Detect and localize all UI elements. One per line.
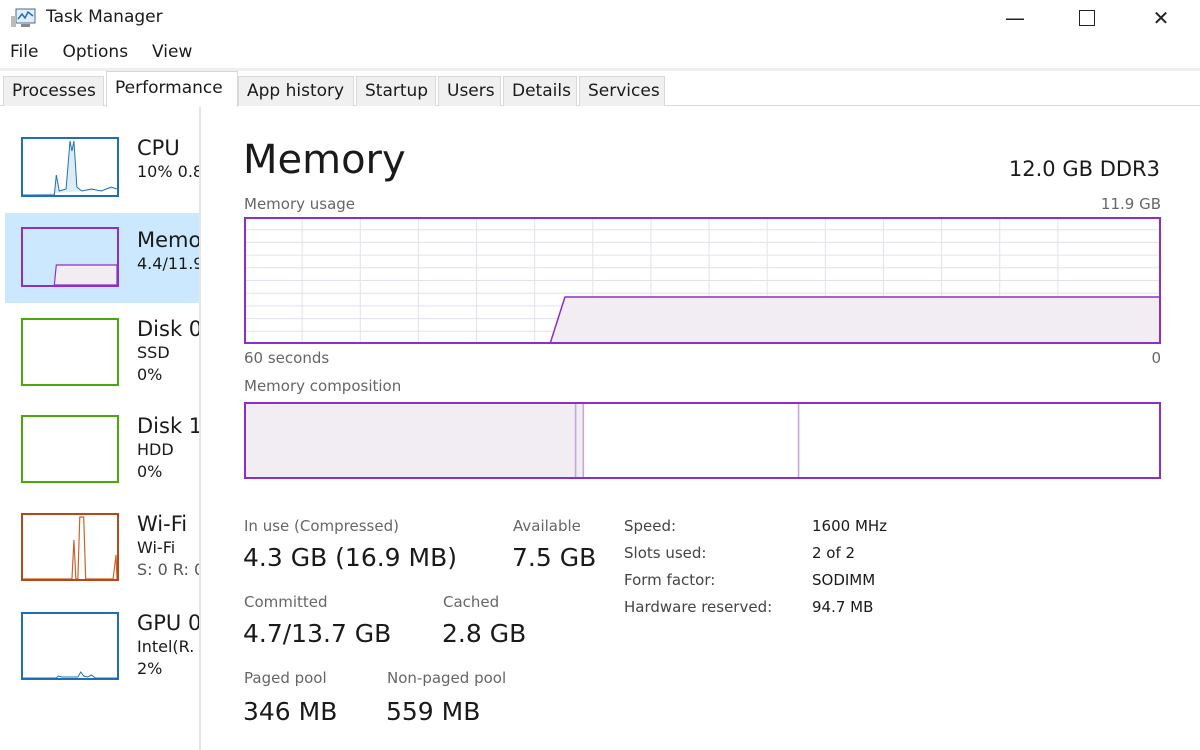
sidebar-cpu-name: CPU [137,136,180,160]
paged-pool-label: Paged pool [244,669,327,687]
sidebar-wifi-adapter: Wi-Fi [137,538,176,557]
sidebar-item-wifi[interactable]: Wi-Fi Wi-Fi S: 0 R: 0 [5,512,201,610]
sidebar-disk-0-type: SSD [137,343,170,362]
hardware-reserved-value: 94.7 MB [812,598,874,616]
tab-startup[interactable]: Startup [356,76,436,106]
performance-sidebar: CPU 10% 0.8 Memory 4.4/11.9 Disk 0 SSD 0% Di… [0,107,201,750]
committed-value: 4.7/13.7 GB [243,619,392,648]
memory-composition-bar [244,402,1161,479]
sidebar-disk-0-name: Disk 0 [137,317,201,341]
composition-segment-modified [574,402,585,479]
menu-bar: File Options View [0,42,202,68]
committed-label: Committed [244,593,328,611]
memory-thumbnail-graph [21,227,119,287]
slots-used-label: Slots used: [624,544,707,562]
non-paged-pool-label: Non-paged pool [387,669,507,687]
sidebar-gpu-name: GPU 0 [137,611,201,635]
gpu-thumbnail-graph [21,612,119,680]
composition-segment-in-use [244,402,577,479]
close-icon: ✕ [1152,6,1170,30]
task-manager-icon [11,8,36,27]
slots-used-value: 2 of 2 [812,544,856,562]
maximize-icon [1079,10,1095,26]
sidebar-gpu-usage: 2% [137,659,163,678]
sidebar-disk-0-usage: 0% [137,365,163,384]
sidebar-wifi-name: Wi-Fi [137,512,188,536]
in-use-label: In use (Compressed) [244,517,399,535]
tab-users[interactable]: Users [438,76,501,106]
cpu-thumbnail-graph [21,137,119,197]
sidebar-wifi-throughput: S: 0 R: 0 [137,560,201,579]
paged-pool-value: 346 MB [243,697,338,726]
memory-usage-graph [244,217,1161,344]
tab-services[interactable]: Services [579,76,665,106]
sidebar-memory-name: Memory [137,228,201,252]
memory-composition-label: Memory composition [244,377,402,395]
memory-usage-line [549,296,1161,344]
menu-view[interactable]: View [138,42,202,68]
tab-details[interactable]: Details [503,76,577,106]
tab-app-history[interactable]: App history [238,76,354,106]
sidebar-disk-1-type: HDD [137,440,174,459]
menu-file[interactable]: File [0,42,48,68]
tab-performance[interactable]: Performance [106,71,238,107]
tab-bar: Processes Performance App history Startu… [0,68,1200,107]
title-bar: Task Manager — ✕ [0,0,1200,36]
in-use-value: 4.3 GB (16.9 MB) [243,543,458,572]
wifi-thumbnail-graph [21,513,119,581]
hardware-reserved-label: Hardware reserved: [624,598,773,616]
available-label: Available [513,517,581,535]
maximize-button[interactable] [1064,4,1110,32]
menu-options[interactable]: Options [48,42,138,68]
form-factor-value: SODIMM [812,571,876,589]
sidebar-memory-usage: 4.4/11.9 [137,254,201,273]
tab-processes[interactable]: Processes [3,76,104,106]
sidebar-gpu-model: Intel(R. [137,637,195,656]
sidebar-item-disk-1[interactable]: Disk 1 HDD 0% [5,414,201,512]
available-value: 7.5 GB [512,543,597,572]
minimize-icon: — [1005,6,1025,30]
form-factor-label: Form factor: [624,571,716,589]
disk-1-thumbnail-graph [21,415,119,483]
cached-value: 2.8 GB [442,619,527,648]
composition-segment-free [797,402,1161,479]
cached-label: Cached [443,593,500,611]
sidebar-item-disk-0[interactable]: Disk 0 SSD 0% [5,317,201,415]
memory-spec: 12.0 GB DDR3 [1008,157,1160,181]
sidebar-disk-1-usage: 0% [137,462,163,481]
sidebar-disk-1-name: Disk 1 [137,414,201,438]
sidebar-item-gpu[interactable]: GPU 0 Intel(R. 2% [5,611,201,709]
window-title: Task Manager [46,7,163,27]
composition-segment-standby [582,402,800,479]
time-min-label: 0 [1151,349,1161,367]
speed-label: Speed: [624,517,677,535]
non-paged-pool-value: 559 MB [386,697,481,726]
sidebar-item-memory[interactable]: Memory 4.4/11.9 [5,213,201,303]
minimize-button[interactable]: — [992,4,1038,32]
disk-0-thumbnail-graph [21,318,119,386]
memory-usage-max: 11.9 GB [1100,195,1161,213]
close-button[interactable]: ✕ [1138,4,1184,32]
speed-value: 1600 MHz [812,517,888,535]
sidebar-cpu-usage: 10% 0.8 [137,162,201,181]
